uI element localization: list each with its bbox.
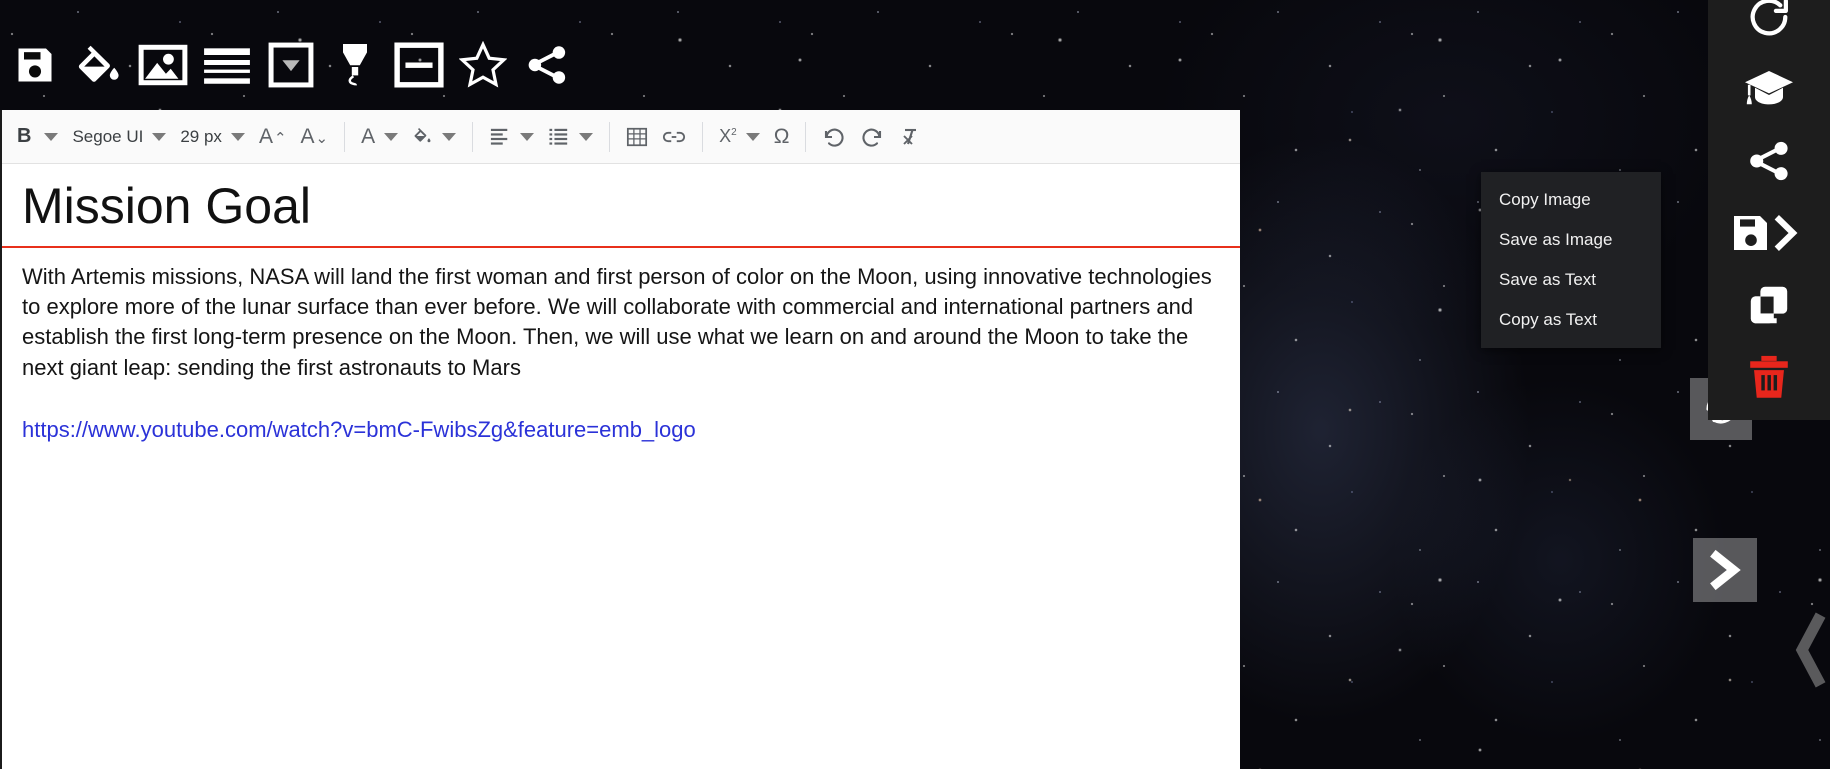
chevron-down-icon	[230, 132, 245, 141]
omega-label: Ω	[773, 124, 790, 148]
editor-panel: B Segoe UI 29 px A⌃ A⌄ A X2 Ω Mission Go…	[0, 110, 1240, 769]
redo-icon	[860, 126, 884, 148]
video-link[interactable]: https://www.youtube.com/watch?v=bmC-Fwib…	[2, 383, 716, 443]
star-icon[interactable]	[456, 38, 510, 92]
superscript-label: X2	[719, 126, 737, 146]
menu-copy-image[interactable]: Copy Image	[1481, 180, 1661, 220]
chevron-down-icon	[579, 132, 594, 141]
menu-save-image[interactable]: Save as Image	[1481, 220, 1661, 260]
text-color-label: A	[361, 124, 376, 148]
special-character-button[interactable]: Ω	[767, 117, 797, 157]
bold-label: B	[17, 125, 32, 147]
share-icon[interactable]	[520, 38, 574, 92]
list-button[interactable]	[541, 117, 600, 157]
clear-formatting-icon	[898, 126, 922, 148]
menu-copy-text[interactable]: Copy as Text	[1481, 300, 1661, 340]
body-paragraph[interactable]: With Artemis missions, NASA will land th…	[2, 248, 1240, 383]
chevron-down-icon	[745, 132, 760, 141]
increase-font-button[interactable]: A⌃	[252, 117, 294, 157]
menu-save-text[interactable]: Save as Text	[1481, 260, 1661, 300]
increase-font-label: A⌃	[258, 124, 287, 148]
font-family-label: Segoe UI	[72, 126, 144, 146]
chevron-down-icon	[44, 132, 59, 141]
toolbar-divider	[609, 121, 611, 152]
decrease-font-label: A⌄	[300, 124, 329, 148]
text-color-button[interactable]: A	[354, 117, 405, 157]
chevron-down-icon	[152, 132, 167, 141]
format-toolbar: B Segoe UI 29 px A⌃ A⌄ A X2 Ω	[2, 110, 1240, 164]
screen: B Segoe UI 29 px A⌃ A⌄ A X2 Ω Mission Go…	[0, 0, 1830, 769]
table-icon	[626, 126, 648, 148]
align-button[interactable]	[482, 117, 541, 157]
clear-formatting-button[interactable]	[891, 117, 929, 157]
undo-icon	[822, 126, 846, 148]
image-icon[interactable]	[136, 38, 190, 92]
undo-button[interactable]	[815, 117, 853, 157]
back-chevron-button[interactable]	[1792, 612, 1828, 693]
shape-fill-icon[interactable]	[264, 38, 318, 92]
highlighter-icon[interactable]	[328, 38, 382, 92]
next-chevron-button[interactable]	[1693, 538, 1757, 602]
lines-icon[interactable]	[200, 38, 254, 92]
font-size-label: 29 px	[180, 126, 222, 146]
chevron-down-icon	[520, 132, 535, 141]
decrease-font-button[interactable]: A⌄	[294, 117, 336, 157]
insert-link-button[interactable]	[655, 117, 693, 157]
redo-button[interactable]	[853, 117, 891, 157]
rotate-refresh-icon[interactable]	[1726, 0, 1812, 42]
save-next-icon[interactable]	[1726, 208, 1812, 258]
chevron-down-icon	[442, 132, 457, 141]
duplicate-icon[interactable]	[1726, 280, 1812, 330]
paint-drop-icon	[412, 126, 433, 147]
document-body[interactable]: Mission Goal With Artemis missions, NASA…	[2, 164, 1240, 769]
trash-icon[interactable]	[1726, 352, 1812, 402]
font-family-select[interactable]: Segoe UI	[65, 117, 173, 157]
insert-table-button[interactable]	[619, 117, 655, 157]
toolbar-divider	[805, 121, 807, 152]
numbered-list-icon	[548, 127, 570, 147]
superscript-button[interactable]: X2	[712, 117, 767, 157]
top-icon-bar	[8, 38, 574, 92]
toolbar-divider	[702, 121, 704, 152]
right-tool-rail	[1708, 0, 1830, 420]
link-icon	[662, 126, 686, 148]
font-size-select[interactable]: 29 px	[173, 117, 252, 157]
graduation-cap-icon[interactable]	[1726, 64, 1812, 114]
paint-bucket-icon[interactable]	[72, 38, 126, 92]
share-icon[interactable]	[1726, 136, 1812, 186]
align-left-icon	[489, 127, 511, 147]
chevron-down-icon	[384, 132, 399, 141]
text-box-icon[interactable]	[392, 38, 446, 92]
toolbar-divider	[344, 121, 346, 152]
highlight-color-button[interactable]	[405, 117, 463, 157]
save-icon[interactable]	[8, 38, 62, 92]
page-title[interactable]: Mission Goal	[2, 164, 1240, 246]
context-menu: Copy Image Save as Image Save as Text Co…	[1481, 172, 1661, 348]
bold-button[interactable]: B	[10, 117, 65, 157]
toolbar-divider	[472, 121, 474, 152]
